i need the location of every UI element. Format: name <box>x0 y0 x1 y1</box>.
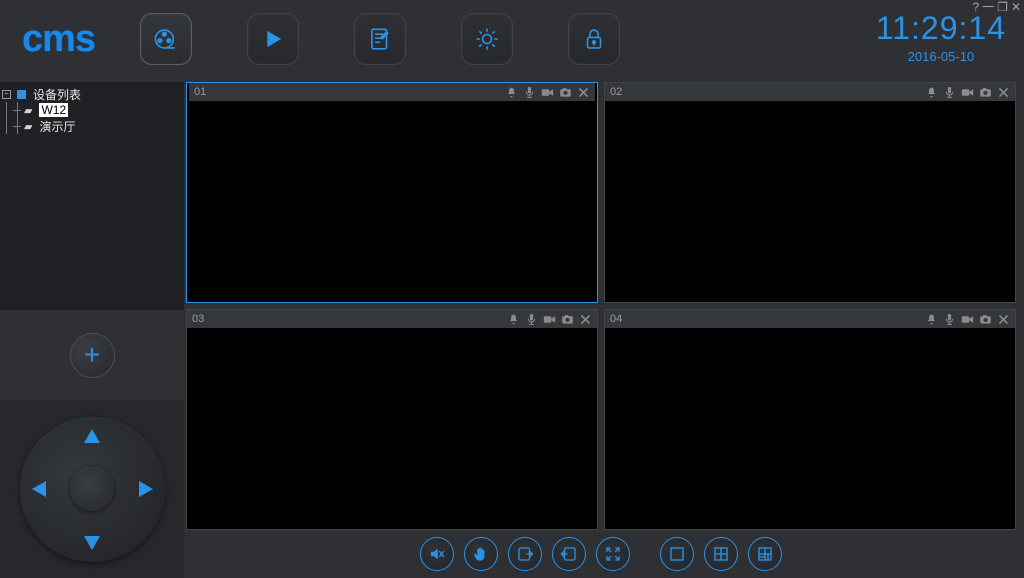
liveview-button[interactable] <box>140 13 192 65</box>
ptz-up-button[interactable] <box>84 429 100 443</box>
video-cell-header: 02 <box>605 83 1015 101</box>
bottom-toolbar <box>186 534 1016 574</box>
video-grid: 01 02 03 04 <box>186 82 1016 530</box>
top-toolbar: cms 11:29:14 2016-05-10 <box>0 0 1024 78</box>
next-group-button[interactable] <box>552 537 586 571</box>
sidebar-lower: + <box>0 310 184 400</box>
video-cell-number: 04 <box>610 313 622 325</box>
video-cell[interactable]: 04 <box>604 309 1016 530</box>
fullscreen-button[interactable] <box>596 537 630 571</box>
app-logo: cms <box>22 18 95 61</box>
video-cell-body[interactable] <box>189 101 595 302</box>
bell-icon[interactable] <box>505 86 518 99</box>
ptz-right-button[interactable] <box>139 481 153 497</box>
cam-icon[interactable] <box>979 86 992 99</box>
video-icon[interactable] <box>541 86 554 99</box>
sq4-icon <box>712 545 730 563</box>
gear-icon <box>474 26 500 52</box>
x-icon[interactable] <box>997 313 1010 326</box>
video-cell-header: 04 <box>605 310 1015 328</box>
cam-icon[interactable] <box>979 313 992 326</box>
mute-icon <box>428 545 446 563</box>
video-cell-number: 01 <box>194 86 206 98</box>
lock-icon <box>581 26 607 52</box>
bell-icon[interactable] <box>507 313 520 326</box>
tree-item-label: W12 <box>39 103 68 117</box>
cam-icon[interactable] <box>561 313 574 326</box>
mic-icon[interactable] <box>525 313 538 326</box>
tree-root[interactable]: − 设备列表 <box>2 86 182 102</box>
add-device-button[interactable]: + <box>70 333 115 378</box>
x-icon[interactable] <box>997 86 1010 99</box>
expand-icon <box>604 545 622 563</box>
video-cell-body[interactable] <box>187 328 597 529</box>
settings-button[interactable] <box>461 13 513 65</box>
bell-icon[interactable] <box>925 86 938 99</box>
tree-item[interactable]: ▰ W12 <box>2 102 182 118</box>
hand-button[interactable] <box>464 537 498 571</box>
mic-icon[interactable] <box>943 313 956 326</box>
ptz-down-button[interactable] <box>84 536 100 550</box>
video-cell[interactable]: 02 <box>604 82 1016 303</box>
play-icon <box>260 26 286 52</box>
video-cell[interactable]: 03 <box>186 309 598 530</box>
video-cell-number: 03 <box>192 313 204 325</box>
note-icon <box>367 26 393 52</box>
layout-4-button[interactable] <box>704 537 738 571</box>
device-tree[interactable]: − 设备列表 ▰ W12 ▰ 演示厅 <box>2 86 182 134</box>
video-icon[interactable] <box>543 313 556 326</box>
mic-icon[interactable] <box>523 86 536 99</box>
camera-icon: ▰ <box>24 104 32 117</box>
video-icon[interactable] <box>961 313 974 326</box>
tree-item-label: 演示厅 <box>39 118 75 135</box>
tree-item[interactable]: ▰ 演示厅 <box>2 118 182 134</box>
lock-button[interactable] <box>568 13 620 65</box>
video-cell-body[interactable] <box>605 328 1015 529</box>
tree-root-label: 设备列表 <box>33 86 81 103</box>
log-button[interactable] <box>354 13 406 65</box>
video-cell-number: 02 <box>610 86 622 98</box>
pgin-icon <box>560 545 578 563</box>
video-cell[interactable]: 01 <box>186 82 598 303</box>
video-cell-header: 01 <box>189 83 595 101</box>
bell-icon[interactable] <box>925 313 938 326</box>
video-cell-header: 03 <box>187 310 597 328</box>
prev-group-button[interactable] <box>508 537 542 571</box>
clock-time: 11:29:14 <box>876 10 1006 47</box>
hand-icon <box>472 545 490 563</box>
sqN-icon <box>756 545 774 563</box>
playback-button[interactable] <box>247 13 299 65</box>
reel-icon <box>153 26 179 52</box>
camera-icon: ▰ <box>24 120 32 133</box>
cam-icon[interactable] <box>559 86 572 99</box>
x-icon[interactable] <box>577 86 590 99</box>
clock-date: 2016-05-10 <box>876 49 1006 64</box>
mute-button[interactable] <box>420 537 454 571</box>
layout-1-button[interactable] <box>660 537 694 571</box>
clock: 11:29:14 2016-05-10 <box>876 10 1006 64</box>
folder-icon <box>17 90 26 99</box>
sq1-icon <box>668 545 686 563</box>
video-cell-body[interactable] <box>605 101 1015 302</box>
mic-icon[interactable] <box>943 86 956 99</box>
x-icon[interactable] <box>579 313 592 326</box>
ptz-center-button[interactable] <box>70 467 114 511</box>
video-icon[interactable] <box>961 86 974 99</box>
ptz-left-button[interactable] <box>32 481 46 497</box>
pgout-icon <box>516 545 534 563</box>
ptz-panel <box>0 400 184 578</box>
layout-more-button[interactable] <box>748 537 782 571</box>
